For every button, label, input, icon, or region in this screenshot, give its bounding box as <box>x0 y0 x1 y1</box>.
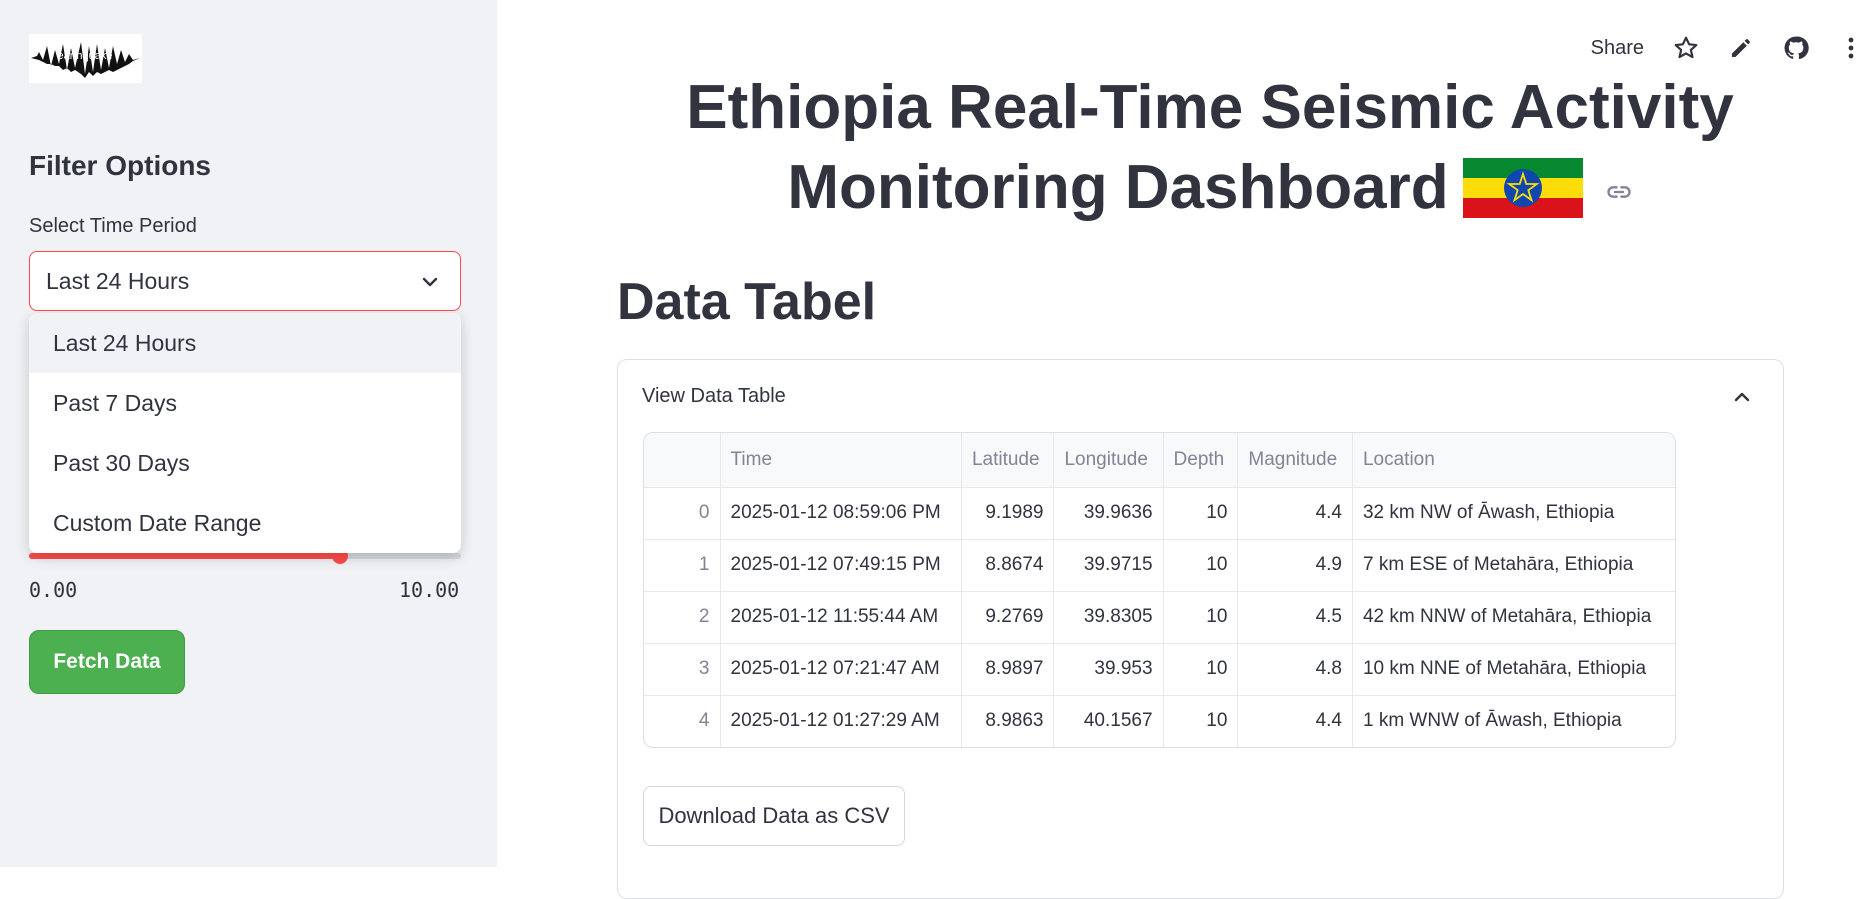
time-period-selected-value: Last 24 Hours <box>46 267 190 294</box>
ethiopia-flag-icon <box>1462 158 1583 218</box>
expander-header[interactable]: View Data Table <box>642 385 786 408</box>
sidebar: earthquake Filter Options Select Time Pe… <box>0 0 497 867</box>
github-icon[interactable] <box>1782 34 1810 62</box>
page-title: Ethiopia Real-Time Seismic Activity Moni… <box>580 68 1840 228</box>
cell-depth[interactable]: 10 <box>1163 695 1239 747</box>
cell-latitude[interactable]: 9.2769 <box>961 591 1055 644</box>
cell-latitude[interactable]: 8.9897 <box>961 643 1055 696</box>
cell-location[interactable]: 10 km NNE of Metahāra, Ethiopia <box>1352 643 1675 696</box>
earthquake-data-table: Time Latitude Longitude Depth Magnitude … <box>643 432 1676 748</box>
more-vert-icon[interactable] <box>1837 34 1865 62</box>
cell-index[interactable]: 2 <box>644 591 721 644</box>
dropdown-option-past-30-days[interactable]: Past 30 Days <box>29 433 461 493</box>
share-button[interactable]: Share <box>1591 37 1644 60</box>
cell-magnitude[interactable]: 4.4 <box>1237 487 1353 540</box>
cell-longitude[interactable]: 40.1567 <box>1053 695 1164 747</box>
cell-location[interactable]: 42 km NNW of Metahāra, Ethiopia <box>1352 591 1675 644</box>
page-title-line1: Ethiopia Real-Time Seismic Activity <box>686 73 1734 142</box>
top-toolbar: Share <box>1591 28 1869 68</box>
cell-latitude[interactable]: 9.1989 <box>961 487 1055 540</box>
cell-magnitude[interactable]: 4.9 <box>1237 539 1353 592</box>
column-header-magnitude[interactable]: Magnitude <box>1237 433 1353 488</box>
table-row: 2 2025-01-12 11:55:44 AM 9.2769 39.8305 … <box>644 591 1675 644</box>
pencil-icon[interactable] <box>1727 34 1755 62</box>
data-table-expander: View Data Table Time Latitude Longitude … <box>617 359 1784 899</box>
cell-longitude[interactable]: 39.8305 <box>1053 591 1164 644</box>
chevron-up-icon[interactable] <box>1731 386 1753 408</box>
cell-magnitude[interactable]: 4.5 <box>1237 591 1353 644</box>
page-title-line2: Monitoring Dashboard <box>787 153 1449 222</box>
slider-max-label: 10.00 <box>399 578 460 602</box>
time-period-dropdown: Last 24 Hours Past 7 Days Past 30 Days C… <box>29 313 461 553</box>
cell-longitude[interactable]: 39.9636 <box>1053 487 1164 540</box>
cell-time[interactable]: 2025-01-12 11:55:44 AM <box>720 591 962 644</box>
table-header-row: Time Latitude Longitude Depth Magnitude … <box>644 433 1675 488</box>
cell-index[interactable]: 0 <box>644 487 721 540</box>
cell-depth[interactable]: 10 <box>1163 591 1239 644</box>
slider-min-label: 0.00 <box>29 578 78 602</box>
cell-location[interactable]: 32 km NW of Āwash, Ethiopia <box>1352 487 1675 540</box>
magnitude-slider[interactable] <box>29 548 461 564</box>
cell-longitude[interactable]: 39.953 <box>1053 643 1164 696</box>
column-header-latitude[interactable]: Latitude <box>961 433 1055 488</box>
logo-text: earthquake <box>57 50 112 62</box>
cell-time[interactable]: 2025-01-12 07:49:15 PM <box>720 539 962 592</box>
table-row: 4 2025-01-12 01:27:29 AM 8.9863 40.1567 … <box>644 695 1675 747</box>
star-icon[interactable] <box>1672 34 1700 62</box>
column-header-longitude[interactable]: Longitude <box>1053 433 1164 488</box>
filter-options-heading: Filter Options <box>29 150 211 181</box>
dropdown-option-last-24-hours[interactable]: Last 24 Hours <box>29 313 461 373</box>
data-table-heading: Data Tabel <box>617 273 877 331</box>
column-header-index[interactable] <box>644 433 721 488</box>
cell-depth[interactable]: 10 <box>1163 643 1239 696</box>
cell-location[interactable]: 1 km WNW of Āwash, Ethiopia <box>1352 695 1675 747</box>
column-header-location[interactable]: Location <box>1352 433 1675 488</box>
earthquake-logo: earthquake <box>29 34 142 83</box>
cell-depth[interactable]: 10 <box>1163 487 1239 540</box>
cell-magnitude[interactable]: 4.4 <box>1237 695 1353 747</box>
fetch-data-button[interactable]: Fetch Data <box>29 630 185 694</box>
cell-latitude[interactable]: 8.9863 <box>961 695 1055 747</box>
cell-time[interactable]: 2025-01-12 01:27:29 AM <box>720 695 962 747</box>
cell-longitude[interactable]: 39.9715 <box>1053 539 1164 592</box>
time-period-label: Select Time Period <box>29 215 197 237</box>
column-header-time[interactable]: Time <box>720 433 962 488</box>
cell-index[interactable]: 1 <box>644 539 721 592</box>
table-row: 3 2025-01-12 07:21:47 AM 8.9897 39.953 1… <box>644 643 1675 696</box>
cell-magnitude[interactable]: 4.8 <box>1237 643 1353 696</box>
cell-time[interactable]: 2025-01-12 08:59:06 PM <box>720 487 962 540</box>
cell-location[interactable]: 7 km ESE of Metahāra, Ethiopia <box>1352 539 1675 592</box>
cell-time[interactable]: 2025-01-12 07:21:47 AM <box>720 643 962 696</box>
dropdown-option-custom-date-range[interactable]: Custom Date Range <box>29 493 461 553</box>
time-period-select[interactable]: Last 24 Hours <box>29 251 461 311</box>
table-row: 0 2025-01-12 08:59:06 PM 9.1989 39.9636 … <box>644 487 1675 540</box>
slider-fill <box>29 553 341 559</box>
cell-latitude[interactable]: 8.8674 <box>961 539 1055 592</box>
link-icon[interactable] <box>1605 178 1633 206</box>
column-header-depth[interactable]: Depth <box>1163 433 1239 488</box>
table-row: 1 2025-01-12 07:49:15 PM 8.8674 39.9715 … <box>644 539 1675 592</box>
chevron-down-icon <box>422 277 438 287</box>
dropdown-option-past-7-days[interactable]: Past 7 Days <box>29 373 461 433</box>
cell-depth[interactable]: 10 <box>1163 539 1239 592</box>
download-csv-button[interactable]: Download Data as CSV <box>643 786 905 846</box>
cell-index[interactable]: 3 <box>644 643 721 696</box>
cell-index[interactable]: 4 <box>644 695 721 747</box>
